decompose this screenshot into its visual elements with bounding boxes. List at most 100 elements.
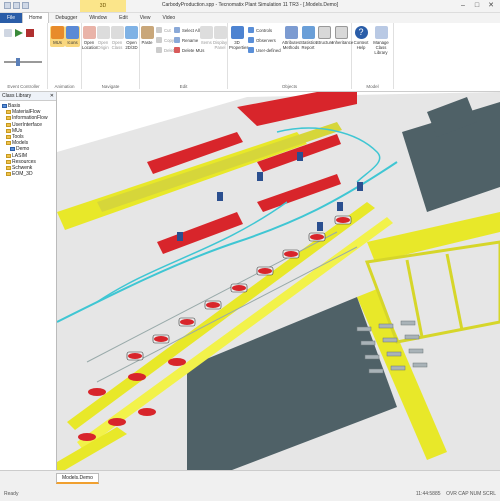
button-label: Items (201, 40, 212, 45)
tab-view[interactable]: View (134, 13, 157, 23)
button-label: Observers (256, 37, 276, 43)
observers-button[interactable]: Observers (248, 37, 276, 43)
folder-icon (6, 110, 11, 115)
stop-icon[interactable] (26, 29, 34, 37)
user-defined-button[interactable]: User-defined (248, 47, 281, 53)
class-library-panel: Class Library ✕ Basis MaterialFlow Informa… (0, 92, 57, 470)
tree-item[interactable]: EOM_3D (0, 171, 56, 177)
folder-icon (6, 153, 11, 158)
close-icon[interactable]: ✕ (50, 92, 54, 100)
statistics-report-button[interactable]: Statistics Report (300, 26, 317, 50)
car-body (232, 285, 246, 291)
car-body (284, 251, 298, 257)
open-location-button[interactable]: Open Location (82, 26, 98, 50)
factory-3d-scene[interactable] (57, 92, 500, 470)
tree-item-label: EOM_3D (12, 171, 33, 178)
tab-window[interactable]: Window (83, 13, 113, 23)
rename-icon (174, 37, 180, 43)
controls-button[interactable]: Controls (248, 27, 272, 33)
desk (400, 320, 416, 326)
scissors-icon (156, 27, 162, 33)
group-model: ? Context Help Manage Class Library Mode… (352, 23, 394, 89)
statistics-icon (301, 26, 315, 39)
button-label: Open Origin (97, 40, 109, 50)
copy-button[interactable]: Copy (156, 37, 174, 43)
mus-toggle[interactable]: MUs (50, 26, 65, 47)
user-defined-icon (248, 47, 254, 53)
group-objects: 3D Properties Controls Observers User-de… (228, 23, 354, 89)
group-edit: Paste Cut Copy Delete Select All Rename … (140, 23, 228, 89)
icons-toggle[interactable]: Icons (65, 26, 80, 47)
manage-class-library-button[interactable]: Manage Class Library (370, 26, 392, 55)
minimize-button[interactable]: – (456, 1, 470, 11)
desk (360, 340, 376, 346)
machine (297, 152, 303, 161)
button-label: Context Help (353, 40, 369, 50)
desk (378, 323, 394, 329)
car-body (78, 433, 96, 441)
play-icon[interactable] (15, 29, 23, 37)
open-class-button[interactable]: Open Class (110, 26, 124, 50)
button-label: Inheritance (332, 40, 354, 45)
slider-thumb[interactable] (16, 58, 20, 66)
desk (364, 354, 380, 360)
car-body (336, 217, 350, 223)
rename-button[interactable]: Rename (174, 37, 198, 43)
machine (177, 232, 183, 241)
delete-mus-button[interactable]: Delete MUs (174, 47, 204, 53)
desk (408, 348, 424, 354)
structure-button[interactable]: Structure (316, 26, 333, 45)
3d-view[interactable] (57, 92, 500, 470)
group-label: Event Controller (7, 84, 40, 89)
machine (257, 172, 263, 181)
maximize-button[interactable]: □ (470, 1, 484, 11)
items-button[interactable]: Items (200, 26, 213, 45)
copy-icon (156, 37, 162, 43)
context-help-button[interactable]: ? Context Help (353, 26, 369, 50)
items-icon (200, 26, 213, 39)
tab-home[interactable]: Home (22, 12, 50, 23)
car-body (128, 373, 146, 381)
tab-edit[interactable]: Edit (113, 13, 134, 23)
car-body (168, 358, 186, 366)
document-tab[interactable]: Models.Demo (56, 473, 99, 484)
group-label: Objects (281, 84, 298, 89)
delete-mus-icon (174, 47, 180, 53)
select-all-icon (174, 27, 180, 33)
button-label: 3D Properties (229, 40, 249, 50)
tab-debugger[interactable]: Debugger (49, 13, 83, 23)
button-label: Manage Class Library (373, 40, 389, 55)
structure-icon (317, 26, 331, 39)
group-navigate: Open Location Open Origin Open Class Ope… (82, 23, 140, 89)
class-tree: Basis MaterialFlow InformationFlow UserInte… (0, 101, 56, 177)
car-body (180, 319, 194, 325)
paste-button[interactable]: Paste (140, 26, 154, 45)
desk (390, 365, 406, 371)
speed-slider[interactable] (4, 58, 42, 66)
3d-properties-button[interactable]: 3D Properties (229, 26, 249, 50)
attributes-methods-button[interactable]: Attributes Methods (282, 26, 300, 50)
open-2d3d-button[interactable]: Open 2D/3D (124, 26, 139, 50)
close-button[interactable]: ✕ (484, 1, 498, 11)
select-all-button[interactable]: Select All (174, 27, 200, 33)
mus-label: MUs (53, 40, 62, 45)
origin-icon (96, 26, 110, 39)
tab-video[interactable]: Video (156, 13, 181, 23)
attributes-icon (284, 26, 298, 39)
group-label: Animation (54, 84, 75, 89)
button-label: Select All (182, 27, 200, 33)
display-panel-button[interactable]: Display Panel (213, 26, 227, 50)
car-body (138, 408, 156, 416)
context-tab-3d[interactable]: 3D (80, 0, 126, 12)
cut-button[interactable]: Cut (156, 27, 171, 33)
folder-icon (6, 122, 11, 127)
button-label: Rename (182, 37, 199, 43)
open-origin-button[interactable]: Open Origin (96, 26, 110, 50)
tab-file[interactable]: File (0, 13, 22, 23)
delete-icon (156, 47, 162, 53)
group-label: Navigate (101, 84, 120, 89)
machine (217, 192, 223, 201)
car-body (154, 336, 168, 342)
reset-icon[interactable] (4, 29, 12, 37)
inheritance-button[interactable]: Inheritance (332, 26, 354, 45)
